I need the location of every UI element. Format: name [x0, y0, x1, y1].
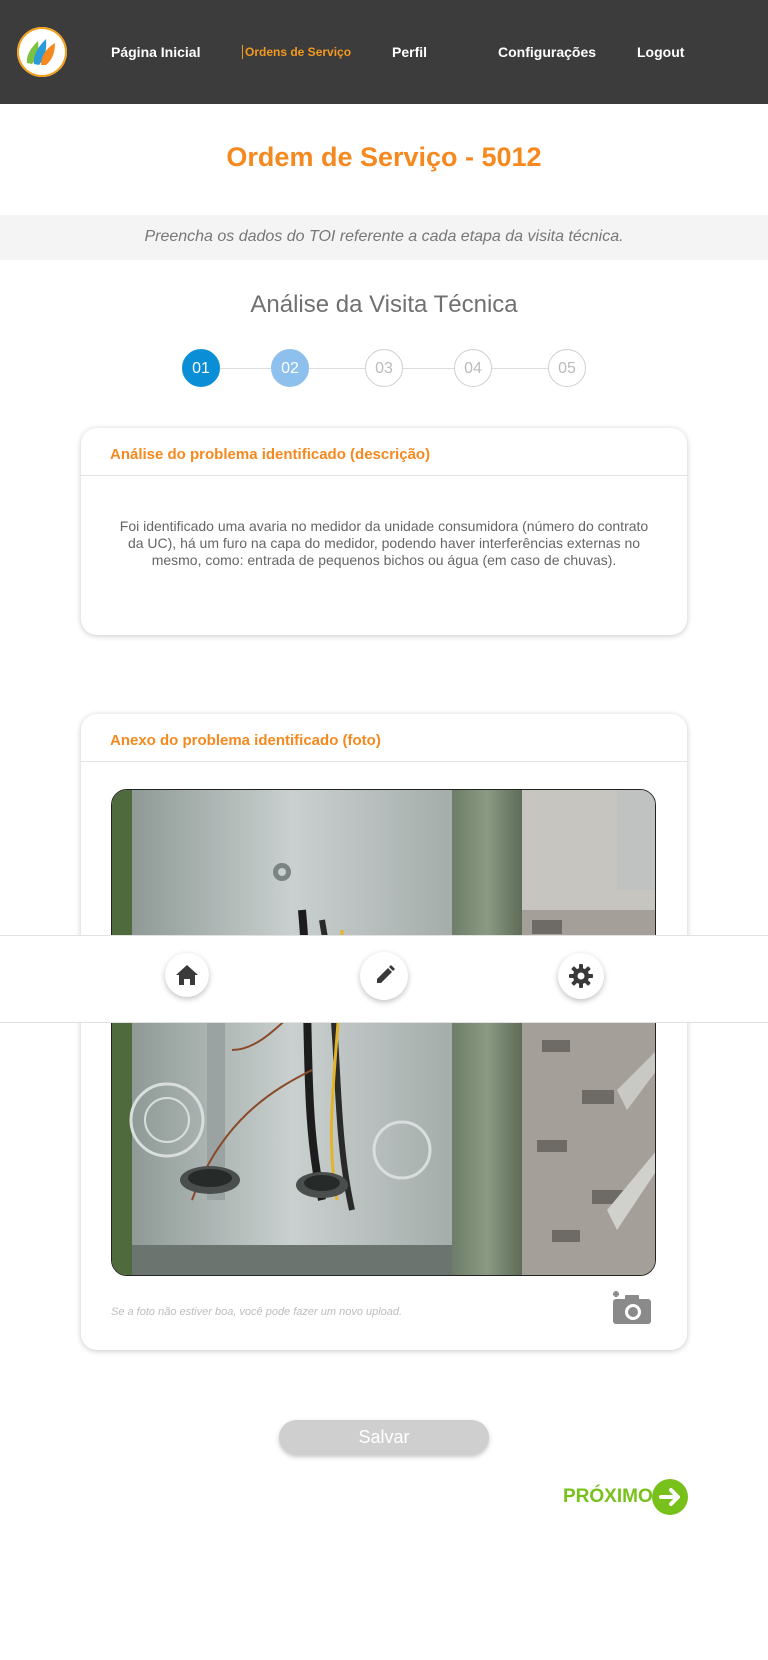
- description-card-title: Análise do problema identificado (descri…: [81, 428, 687, 476]
- step-03[interactable]: 03: [365, 349, 403, 387]
- next-button-label[interactable]: PRÓXIMO: [563, 1486, 653, 1508]
- step-02[interactable]: 02: [271, 349, 309, 387]
- nav-item-logout[interactable]: Logout: [637, 44, 684, 60]
- step-01[interactable]: 01: [182, 349, 220, 387]
- step-04[interactable]: 04: [454, 349, 492, 387]
- photo-card-title: Anexo do problema identificado (foto): [81, 714, 687, 762]
- section-title: Análise da Visita Técnica: [250, 291, 518, 318]
- photo-upload-hint: Se a foto não estiver boa, você pode faz…: [111, 1306, 403, 1318]
- arrow-right-icon[interactable]: [652, 1479, 688, 1515]
- gear-icon[interactable]: [558, 953, 604, 999]
- photo-card: Anexo do problema identificado (foto) Se…: [81, 714, 687, 1350]
- nav-item-pagina-inicial[interactable]: Página Inicial: [111, 44, 200, 60]
- nav-item-configuracoes[interactable]: Configurações: [498, 44, 596, 60]
- description-card: Análise do problema identificado (descri…: [81, 428, 687, 635]
- pencil-icon[interactable]: [360, 952, 408, 1000]
- nav-item-ordens-de-servico[interactable]: Ordens de Serviço: [242, 45, 351, 59]
- description-text: Foi identificado uma avaria no medidor d…: [119, 518, 649, 568]
- meter-photo[interactable]: [111, 789, 656, 1276]
- leaf-drops-logo-icon: [26, 39, 55, 65]
- meter-photo-image: [112, 790, 655, 1275]
- floating-toolbar: [0, 935, 768, 1023]
- nav-item-perfil[interactable]: Perfil: [392, 44, 427, 60]
- home-icon[interactable]: [165, 953, 209, 997]
- save-button[interactable]: Salvar: [279, 1420, 489, 1455]
- company-logo[interactable]: [17, 27, 67, 77]
- page-title: Ordem de Serviço - 5012: [226, 142, 542, 172]
- top-navigation-bar: Página Inicial Ordens de Serviço Perfil …: [0, 0, 768, 104]
- add-camera-icon[interactable]: [609, 1287, 653, 1327]
- step-05[interactable]: 05: [548, 349, 586, 387]
- page-subtitle: Preencha os dados do TOI referente a cad…: [144, 228, 624, 245]
